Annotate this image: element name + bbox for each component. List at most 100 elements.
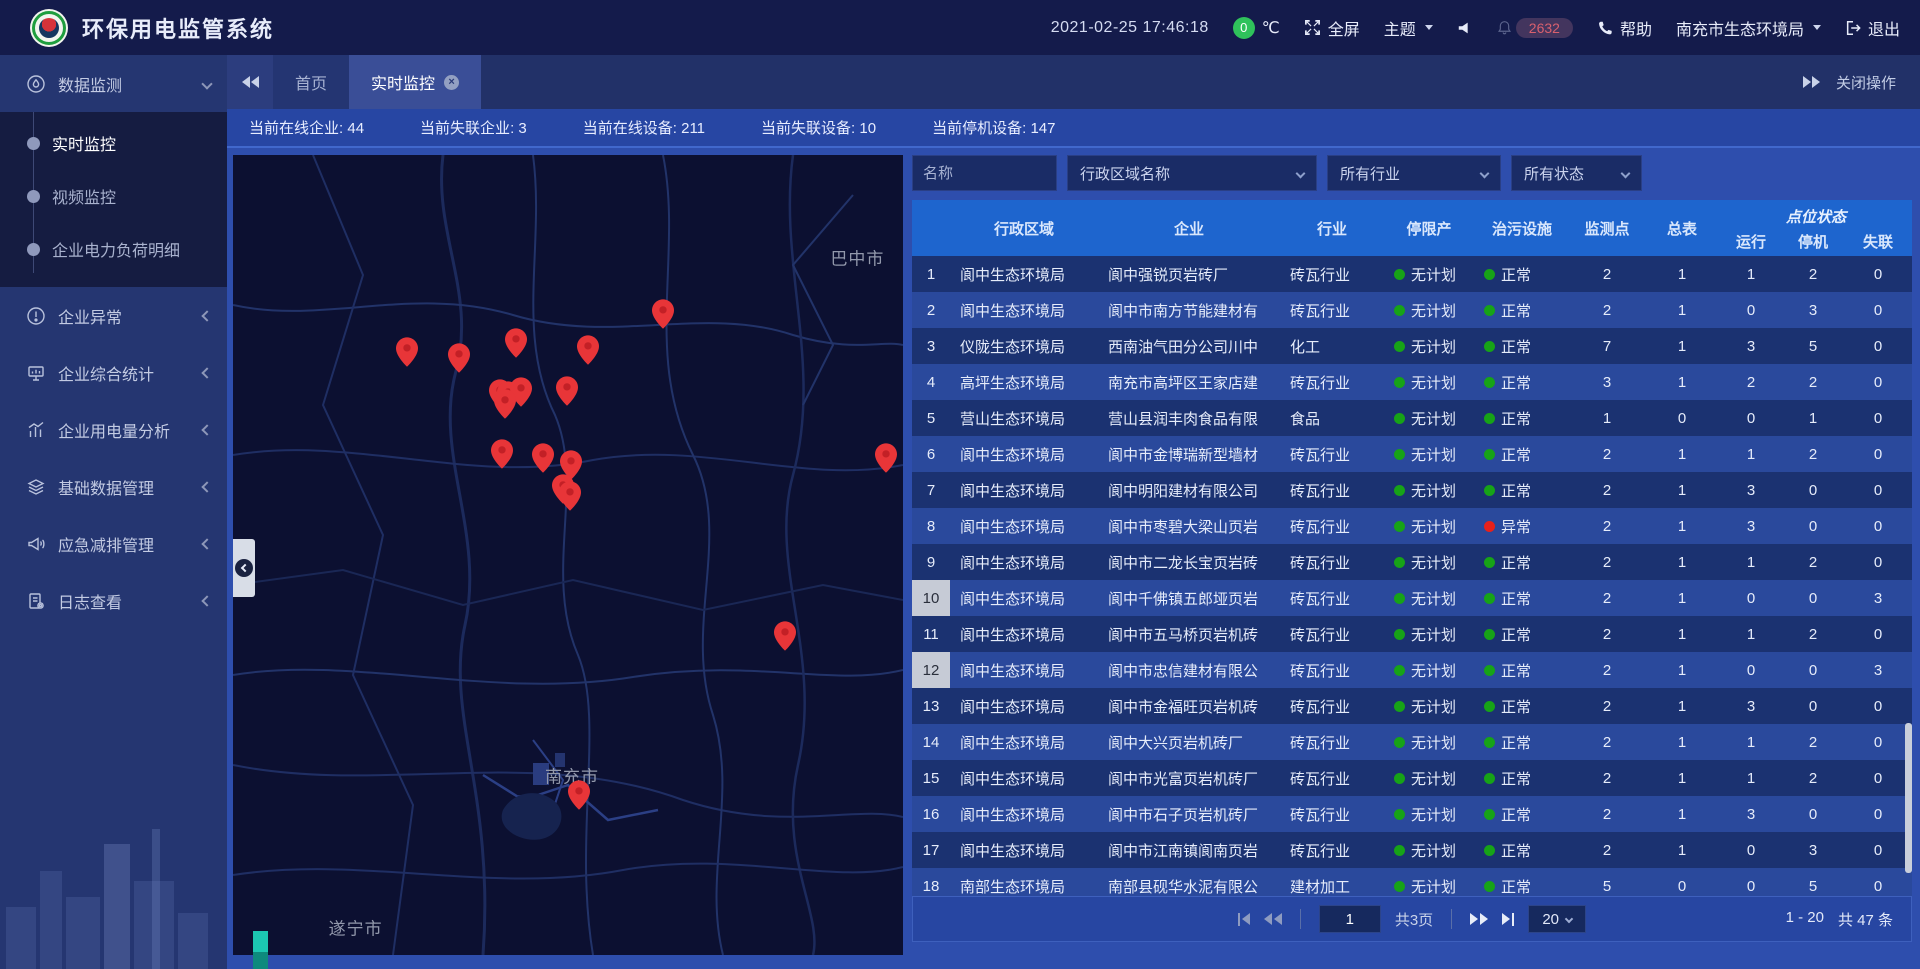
fullscreen-button[interactable]: 全屏 xyxy=(1304,16,1360,40)
logout-button[interactable]: 退出 xyxy=(1845,16,1900,40)
stat-item: 当前在线设备: 211 xyxy=(583,117,705,138)
sidebar-item-realtime-monitoring[interactable]: 实时监控 xyxy=(0,116,227,169)
cell-production-limit: 无计划 xyxy=(1384,292,1474,328)
map-pin[interactable] xyxy=(448,343,470,373)
industry-select[interactable]: 所有行业 xyxy=(1327,155,1501,191)
tab-home[interactable]: 首页 xyxy=(273,55,349,109)
status-dot xyxy=(1484,521,1495,532)
map-pin[interactable] xyxy=(505,328,527,358)
map-pin[interactable] xyxy=(491,439,513,469)
cell-monitor-points: 2 xyxy=(1570,508,1644,544)
cell-company: 南充市高坪区王家店建 xyxy=(1098,364,1280,400)
tabs-scroll-left-button[interactable] xyxy=(227,55,273,109)
cell-total-meters: 1 xyxy=(1644,616,1720,652)
cell-stopped: 3 xyxy=(1782,292,1844,328)
table-row[interactable]: 14 阆中生态环境局 阆中大兴页岩机砖厂 砖瓦行业 无计划 正常 xyxy=(912,724,1912,760)
cell-stopped: 2 xyxy=(1782,544,1844,580)
map-pin[interactable] xyxy=(652,299,674,329)
org-dropdown[interactable]: 南充市生态环境局 xyxy=(1676,16,1821,40)
page-size-select[interactable]: 20 xyxy=(1528,905,1586,933)
next-page-button[interactable] xyxy=(1470,913,1488,925)
table-scrollbar[interactable] xyxy=(1905,723,1912,873)
cell-region: 阆中生态环境局 xyxy=(950,760,1098,796)
cell-company: 阆中千佛镇五郎垭页岩 xyxy=(1098,580,1280,616)
alert-circle-icon xyxy=(26,306,46,326)
table-header: 行政区域 企业 行业 停限产 治污设施 监测点 总表 点位状态 运行 停机 失联 xyxy=(912,200,1912,256)
table-row[interactable]: 6 阆中生态环境局 阆中市金博瑞新型墙材 砖瓦行业 无计划 正常 xyxy=(912,436,1912,472)
region-select[interactable]: 行政区域名称 xyxy=(1067,155,1317,191)
table-row[interactable]: 12 阆中生态环境局 阆中市忠信建材有限公 砖瓦行业 无计划 正常 xyxy=(912,652,1912,688)
sidebar-item-power-usage-analysis[interactable]: 企业用电量分析 xyxy=(0,401,227,458)
app-title: 环保用电监管系统 xyxy=(82,12,274,44)
table-row[interactable]: 2 阆中生态环境局 阆中市南方节能建材有 砖瓦行业 无计划 正常 xyxy=(912,292,1912,328)
map-pin[interactable] xyxy=(875,443,897,473)
table-row[interactable]: 16 阆中生态环境局 阆中市石子页岩机砖厂 砖瓦行业 无计划 正常 xyxy=(912,796,1912,832)
page-number-input[interactable] xyxy=(1319,905,1381,933)
cell-company: 阆中市石子页岩机砖厂 xyxy=(1098,796,1280,832)
sidebar-item-emergency-reduction[interactable]: 应急减排管理 xyxy=(0,515,227,572)
close-tab-icon[interactable]: × xyxy=(444,75,459,90)
mute-button[interactable] xyxy=(1457,20,1473,36)
table-row[interactable]: 7 阆中生态环境局 阆中明阳建材有限公司 砖瓦行业 无计划 正常 xyxy=(912,472,1912,508)
cell-pollution-facility: 正常 xyxy=(1474,652,1570,688)
cell-region: 阆中生态环境局 xyxy=(950,616,1098,652)
sidebar-item-enterprise-statistics[interactable]: 企业综合统计 xyxy=(0,344,227,401)
filter-bar: 行政区域名称 所有行业 所有状态 xyxy=(912,155,1912,191)
cell-industry: 砖瓦行业 xyxy=(1280,652,1384,688)
map-pin[interactable] xyxy=(568,780,590,810)
table-row[interactable]: 1 阆中生态环境局 阆中强锐页岩砖厂 砖瓦行业 无计划 正常 xyxy=(912,256,1912,292)
sidebar-submenu: 实时监控 视频监控 企业电力负荷明细 xyxy=(0,112,227,287)
table-row[interactable]: 11 阆中生态环境局 阆中市五马桥页岩机砖 砖瓦行业 无计划 正常 xyxy=(912,616,1912,652)
col-header-production-limit: 停限产 xyxy=(1384,200,1474,256)
table-row[interactable]: 13 阆中生态环境局 阆中市金福旺页岩机砖 砖瓦行业 无计划 正常 xyxy=(912,688,1912,724)
sidebar-item-video-monitoring[interactable]: 视频监控 xyxy=(0,169,227,222)
map-pin[interactable] xyxy=(494,389,516,419)
cell-industry: 砖瓦行业 xyxy=(1280,544,1384,580)
tabs-scroll-right-button[interactable] xyxy=(1803,76,1820,88)
name-search-input[interactable] xyxy=(912,155,1057,191)
map-pin[interactable] xyxy=(577,335,599,365)
map-pin[interactable] xyxy=(532,443,554,473)
sidebar-item-log-view[interactable]: 日志查看 xyxy=(0,572,227,629)
tab-realtime-monitoring[interactable]: 实时监控 × xyxy=(349,55,481,109)
prev-page-button[interactable] xyxy=(1264,913,1282,925)
status-dot xyxy=(1484,305,1495,316)
sidebar-item-enterprise-abnormal[interactable]: 企业异常 xyxy=(0,287,227,344)
pagination-bar: 共3页 20 1 - 20共 47 条 xyxy=(912,896,1912,942)
status-dot xyxy=(1484,413,1495,424)
table-row[interactable]: 17 阆中生态环境局 阆中市江南镇阆南页岩 砖瓦行业 无计划 正常 xyxy=(912,832,1912,868)
close-operations-button[interactable]: 关闭操作 xyxy=(1836,72,1896,93)
table-row[interactable]: 8 阆中生态环境局 阆中市枣碧大梁山页岩 砖瓦行业 无计划 异常 xyxy=(912,508,1912,544)
notification-count-badge: 2632 xyxy=(1516,18,1573,38)
table-row[interactable]: 18 南部生态环境局 南部县砚华水泥有限公 建材加工 无计划 正常 xyxy=(912,868,1912,896)
sidebar-item-basic-data-management[interactable]: 基础数据管理 xyxy=(0,458,227,515)
table-row[interactable]: 15 阆中生态环境局 阆中市光富页岩机砖厂 砖瓦行业 无计划 正常 xyxy=(912,760,1912,796)
cell-running: 1 xyxy=(1720,256,1782,292)
table-row[interactable]: 10 阆中生态环境局 阆中千佛镇五郎垭页岩 砖瓦行业 无计划 正常 xyxy=(912,580,1912,616)
status-dot xyxy=(1484,845,1495,856)
cell-disconnected: 0 xyxy=(1844,544,1912,580)
status-select[interactable]: 所有状态 xyxy=(1511,155,1642,191)
help-button[interactable]: 帮助 xyxy=(1597,16,1652,40)
cell-industry: 砖瓦行业 xyxy=(1280,796,1384,832)
map-pin[interactable] xyxy=(774,621,796,651)
map-panel[interactable]: 巴中市 南充市 遂宁市 xyxy=(233,155,903,955)
map-pin[interactable] xyxy=(556,376,578,406)
last-page-button[interactable] xyxy=(1502,913,1514,926)
map-pin[interactable] xyxy=(559,481,581,511)
sidebar-item-data-monitoring[interactable]: 数据监测 xyxy=(0,55,227,112)
map-collapse-handle[interactable] xyxy=(233,539,255,597)
table-row[interactable]: 5 营山生态环境局 营山县润丰肉食品有限 食品 无计划 正常 xyxy=(912,400,1912,436)
table-row[interactable]: 3 仪陇生态环境局 西南油气田分公司川中 化工 无计划 正常 xyxy=(912,328,1912,364)
cell-company: 西南油气田分公司川中 xyxy=(1098,328,1280,364)
table-row[interactable]: 9 阆中生态环境局 阆中市二龙长宝页岩砖 砖瓦行业 无计划 正常 xyxy=(912,544,1912,580)
cell-production-limit: 无计划 xyxy=(1384,256,1474,292)
table-row[interactable]: 4 高坪生态环境局 南充市高坪区王家店建 砖瓦行业 无计划 正常 xyxy=(912,364,1912,400)
first-page-button[interactable] xyxy=(1238,913,1250,926)
theme-dropdown[interactable]: 主题 xyxy=(1384,16,1433,40)
map-pin[interactable] xyxy=(396,337,418,367)
top-header: 环保用电监管系统 2021-02-25 17:46:18 0 ℃ 全屏 主题 2… xyxy=(0,0,1920,55)
status-dot-green xyxy=(1394,341,1405,352)
sidebar-item-power-load-detail[interactable]: 企业电力负荷明细 xyxy=(0,222,227,275)
notification-area[interactable]: 2632 xyxy=(1497,18,1573,38)
